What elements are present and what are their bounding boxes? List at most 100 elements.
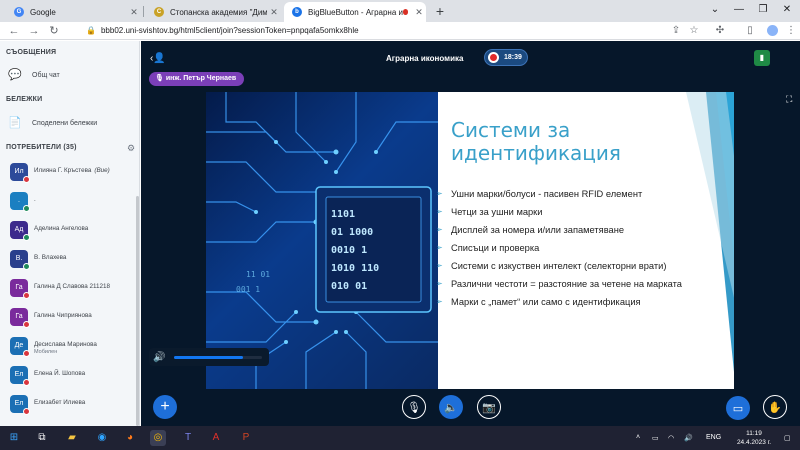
- edge-icon[interactable]: ◉: [94, 430, 110, 446]
- windows-taskbar: ⊞ ⧉ ▰ ◉ ◕ ◎ T A P ˄ ▭ ◠ 🔊 ENG 11:19 24.4…: [0, 426, 800, 450]
- camera-off-icon: 📷: [482, 401, 496, 414]
- user-list-item[interactable]: Ад Аделина Ангелова: [0, 217, 136, 245]
- close-icon[interactable]: ✕: [412, 7, 426, 18]
- wifi-icon[interactable]: ◠: [668, 434, 674, 442]
- recording-time: 18:39: [504, 54, 522, 61]
- record-icon: [488, 52, 499, 63]
- camera-button[interactable]: 📷: [477, 395, 501, 419]
- user-name: Аделина Ангелова: [34, 225, 88, 232]
- share-icon[interactable]: ⇪: [668, 23, 684, 39]
- volume-tray-icon[interactable]: 🔊: [684, 434, 693, 442]
- url-field[interactable]: 🔒 bbb02.uni-svishtov.bg/html5client/join…: [86, 23, 686, 38]
- sidebar: СЪОБЩЕНИЯ 💬 Общ чат БЕЛЕЖКИ 📄 Споделени …: [0, 41, 140, 426]
- user-list-item[interactable]: В. В. Влахева: [0, 246, 136, 274]
- volume-slider[interactable]: [174, 356, 262, 359]
- tray-chevron-icon[interactable]: ˄: [636, 434, 640, 441]
- file-explorer-icon[interactable]: ▰: [64, 430, 80, 446]
- user-list-item[interactable]: Га Галина Чиприянова: [0, 304, 136, 332]
- connection-status-icon[interactable]: ▮: [754, 50, 770, 66]
- browser-tab-google[interactable]: G Google ✕: [6, 2, 141, 22]
- battery-icon[interactable]: ▭: [652, 434, 659, 442]
- actions-button[interactable]: +: [153, 395, 177, 419]
- tab-search-icon[interactable]: ⌄: [704, 2, 726, 18]
- notes-section-title: БЕЛЕЖКИ: [6, 96, 43, 103]
- user-name: Галина Чиприянова: [34, 312, 92, 319]
- academy-icon: С: [154, 7, 164, 17]
- shared-notes-label: Споделени бележки: [32, 119, 98, 127]
- tab-separator: [143, 6, 144, 17]
- back-button[interactable]: ←: [6, 23, 22, 39]
- user-list-item[interactable]: Ел Елизабет Илиева: [0, 391, 136, 419]
- browser-tab-bbb[interactable]: b BigBlueButton - Аграрна ико ✕: [284, 2, 426, 22]
- reload-button[interactable]: ↻: [46, 23, 62, 39]
- task-view-icon[interactable]: ⧉: [34, 430, 50, 446]
- bookmark-star-icon[interactable]: ☆: [686, 23, 702, 39]
- recording-indicator[interactable]: 18:39: [484, 49, 528, 66]
- shared-notes-item[interactable]: 📄 Споделени бележки: [8, 116, 97, 130]
- tab-label: Стопанска академия "Димитър: [170, 7, 267, 17]
- slide-bullet: Различни честоти = разстояние за четене …: [436, 278, 734, 290]
- clock-time: 11:19: [746, 430, 762, 437]
- firefox-icon[interactable]: ◕: [122, 430, 138, 446]
- raise-hand-button[interactable]: ✋: [763, 395, 787, 419]
- close-icon[interactable]: ✕: [127, 7, 141, 18]
- windows-start-icon[interactable]: ⊞: [6, 430, 22, 446]
- side-panel-icon[interactable]: ▯: [742, 23, 758, 39]
- gear-icon[interactable]: ⚙: [127, 143, 135, 154]
- audio-status-icon: [23, 292, 30, 299]
- speaker-icon[interactable]: 🔊: [153, 352, 165, 363]
- audio-status-icon: [23, 379, 30, 386]
- user-list-item[interactable]: Ел Елена Й. Шопова: [0, 362, 136, 390]
- user-list-item[interactable]: Де Десислава Маринова Мобилен: [0, 333, 136, 361]
- user-list-item[interactable]: Ил Илияна Г. Кръстева (Вие): [0, 159, 136, 187]
- sidebar-scrollbar[interactable]: [136, 196, 139, 426]
- user-name: В. Влахева: [34, 254, 66, 261]
- user-name: Галина Д Славова 211218: [34, 283, 110, 290]
- acrobat-icon[interactable]: A: [208, 430, 224, 446]
- lock-icon: 🔒: [86, 26, 96, 35]
- close-icon[interactable]: ✕: [267, 7, 281, 18]
- fullscreen-icon[interactable]: ⛶: [786, 94, 792, 105]
- messages-section-title: СЪОБЩЕНИЯ: [6, 49, 57, 56]
- maximize-button[interactable]: ❐: [752, 2, 774, 18]
- chrome-icon[interactable]: ◎: [150, 430, 166, 446]
- profile-avatar[interactable]: [767, 25, 778, 36]
- user-name-text: Галина Чиприянова: [34, 312, 92, 319]
- users-toggle-icon[interactable]: ‹👤: [150, 53, 166, 64]
- teams-icon[interactable]: T: [180, 430, 196, 446]
- forward-button[interactable]: →: [26, 23, 42, 39]
- talker-name: инж. Петър Чернаев: [165, 75, 237, 82]
- audio-button[interactable]: 🔈: [439, 395, 463, 419]
- close-window-button[interactable]: ✕: [776, 2, 798, 18]
- browser-tab-academy[interactable]: С Стопанска академия "Димитър ✕: [146, 2, 281, 22]
- extensions-icon[interactable]: ✣: [712, 23, 728, 39]
- user-name-text: Десислава Маринова: [34, 341, 97, 348]
- user-name-text: Илияна Г. Кръстева: [34, 167, 92, 174]
- slide-bullet: Марки с „памет“ или само с идентификация: [436, 296, 734, 308]
- user-name: Десислава Маринова: [34, 341, 97, 348]
- powerpoint-icon[interactable]: P: [238, 430, 254, 446]
- url-text: bbb02.uni-svishtov.bg/html5client/join?s…: [100, 26, 359, 35]
- system-clock[interactable]: 11:19 24.4.2023 г.: [730, 429, 778, 447]
- user-name: Елена Й. Шопова: [34, 370, 85, 377]
- language-indicator[interactable]: ENG: [706, 434, 721, 441]
- speaker-icon: 🔈: [444, 401, 458, 414]
- presentation-slide: 1101 01 1000 0010 1 1010 110 010 01 11 0…: [206, 92, 734, 389]
- user-list-item[interactable]: Га Галина Д Славова 211218: [0, 275, 136, 303]
- minimize-button[interactable]: —: [728, 2, 750, 18]
- volume-control[interactable]: 🔊: [149, 348, 269, 366]
- user-list-item[interactable]: ..: [0, 188, 136, 216]
- public-chat-item[interactable]: 💬 Общ чат: [8, 68, 60, 82]
- screen-share-button[interactable]: ▭: [726, 396, 750, 420]
- audio-status-icon: [23, 350, 30, 357]
- user-name: Илияна Г. Кръстева (Вие): [34, 167, 110, 174]
- user-name-text: В. Влахева: [34, 254, 67, 261]
- slide-bullet: Дисплей за номера и/или запаметяване: [436, 224, 734, 236]
- mute-button[interactable]: 🎙: [402, 395, 426, 419]
- main-area: ‹👤 Аграрна икономика 18:39 ▮ 🎙 инж. Петъ…: [141, 41, 800, 426]
- menu-icon[interactable]: ⋮: [783, 23, 799, 39]
- new-tab-button[interactable]: +: [432, 3, 448, 19]
- public-chat-label: Общ чат: [32, 71, 60, 79]
- notifications-icon[interactable]: ▢: [784, 434, 791, 442]
- circuit-board-image: 1101 01 1000 0010 1 1010 110 010 01 11 0…: [206, 92, 438, 389]
